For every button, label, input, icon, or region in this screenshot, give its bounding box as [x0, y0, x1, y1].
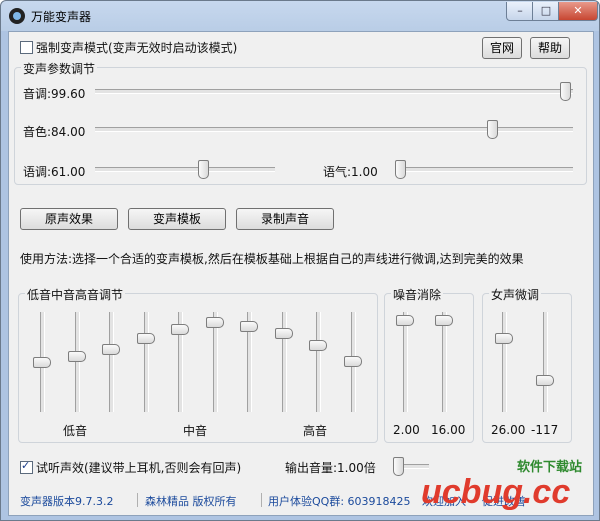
instructions-text: 使用方法:选择一个合适的变声模板,然后在模板基础上根据自己的声线进行微调,达到完… — [20, 252, 524, 266]
minimize-icon: – — [517, 4, 523, 17]
breath-label: 语气:1.00 — [323, 165, 378, 179]
eq-band-slider-track[interactable] — [274, 312, 293, 412]
minimize-button[interactable]: – — [506, 2, 534, 21]
noise-group-title: 噪音消除 — [391, 286, 444, 303]
original-effect-button[interactable]: 原声效果 — [20, 208, 118, 230]
noise-slider-track[interactable] — [396, 312, 414, 412]
record-button[interactable]: 录制声音 — [236, 208, 334, 230]
watermark-tagline: 软件下载站 — [517, 459, 582, 474]
noise-value-2: 16.00 — [431, 423, 466, 437]
help-button[interactable]: 帮助 — [530, 37, 570, 59]
version-text: 变声器版本9.7.3.2 — [20, 495, 114, 508]
eq-band-slider-track[interactable] — [240, 312, 258, 412]
maximize-button[interactable]: □ — [532, 2, 560, 21]
eq-band-slider-thumb[interactable] — [67, 351, 86, 362]
tone-slider-thumb[interactable] — [198, 160, 209, 179]
voice-template-button[interactable]: 变声模板 — [128, 208, 226, 230]
eq-band-slider-thumb[interactable] — [274, 328, 293, 339]
pitch-slider-track[interactable] — [95, 82, 573, 101]
eq-band-slider-thumb[interactable] — [102, 344, 120, 355]
volume-slider-thumb[interactable] — [393, 457, 404, 476]
female-group: 女声微调 26.00 -117 — [482, 286, 572, 443]
eq-band-slider-track[interactable] — [102, 312, 120, 412]
eq-band-slider-thumb[interactable] — [33, 357, 51, 368]
female-value-2: -117 — [531, 423, 559, 437]
female-slider-track[interactable] — [495, 312, 513, 412]
eq-band-slider-track[interactable] — [33, 312, 51, 412]
eq-group-title: 低音中音高音调节 — [25, 286, 126, 303]
female-slider-track[interactable] — [536, 312, 554, 412]
eq-band-slider-track[interactable] — [171, 312, 189, 412]
breath-slider-thumb[interactable] — [395, 160, 406, 179]
noise-slider-thumb[interactable] — [435, 315, 453, 326]
noise-slider-thumb[interactable] — [396, 315, 414, 326]
treble-label: 高音 — [303, 424, 328, 438]
app-window: 万能变声器 – □ ✕ 强制变声模式(变声无效时启动该模式) 官网 帮助 变声参… — [0, 0, 600, 521]
close-icon: ✕ — [573, 4, 583, 17]
eq-group: 低音中音高音调节 低音 中音 高音 — [18, 286, 378, 443]
params-group-title: 变声参数调节 — [21, 60, 98, 77]
watermark-brand: ucbug.cc — [421, 473, 570, 511]
timbre-slider-track[interactable] — [95, 120, 573, 139]
headphones-icon — [9, 8, 25, 24]
eq-band-slider-track[interactable] — [343, 312, 362, 412]
monitor-checkbox[interactable] — [20, 459, 33, 474]
noise-value-1: 2.00 — [393, 423, 420, 437]
ucbug-watermark: 软件下载站 ucbug.cc — [421, 459, 582, 511]
bass-label: 低音 — [63, 424, 88, 438]
main-panel: 强制变声模式(变声无效时启动该模式) 官网 帮助 变声参数调节 音调:99.60… — [8, 31, 594, 516]
female-value-1: 26.00 — [491, 423, 526, 437]
window-title: 万能变声器 — [31, 10, 92, 24]
pitch-slider-thumb[interactable] — [560, 82, 571, 101]
eq-band-slider-thumb[interactable] — [171, 324, 189, 335]
female-slider-thumb[interactable] — [495, 333, 513, 344]
eq-band-slider-track[interactable] — [136, 312, 155, 412]
eq-band-slider-track[interactable] — [67, 312, 86, 412]
eq-band-slider-thumb[interactable] — [309, 340, 327, 351]
title-bar[interactable]: 万能变声器 – □ ✕ — [1, 1, 599, 31]
eq-band-slider-thumb[interactable] — [240, 321, 258, 332]
eq-band-slider-track[interactable] — [309, 312, 327, 412]
noise-slider-track[interactable] — [435, 312, 453, 412]
force-mode-checkbox[interactable] — [20, 41, 33, 54]
status-divider — [261, 493, 262, 507]
website-button[interactable]: 官网 — [482, 37, 522, 59]
copyright-text: 森林精品 版权所有 — [145, 495, 237, 508]
eq-band-slider-thumb[interactable] — [136, 333, 155, 344]
breath-slider-track[interactable] — [395, 160, 573, 179]
noise-group: 噪音消除 2.00 16.00 — [384, 286, 474, 443]
maximize-icon: □ — [540, 4, 552, 17]
monitor-label[interactable]: 试听声效(建议带上耳机,否则会有回声) — [36, 459, 241, 476]
timbre-label: 音色:84.00 — [23, 125, 86, 139]
params-group: 变声参数调节 音调:99.60 音色:84.00 语调:61.00 语气:1.0… — [14, 60, 587, 185]
close-button[interactable]: ✕ — [558, 2, 598, 21]
female-group-title: 女声微调 — [489, 286, 542, 303]
pitch-label: 音调:99.60 — [23, 87, 86, 101]
mid-label: 中音 — [183, 424, 208, 438]
force-mode-label[interactable]: 强制变声模式(变声无效时启动该模式) — [36, 39, 237, 56]
tone-label: 语调:61.00 — [23, 165, 86, 179]
qq-group-text: 用户体验QQ群: 603918425 — [268, 495, 411, 508]
eq-band-slider-track[interactable] — [205, 312, 224, 412]
timbre-slider-thumb[interactable] — [487, 120, 498, 139]
eq-band-slider-thumb[interactable] — [205, 317, 224, 328]
eq-band-slider-thumb[interactable] — [343, 356, 362, 367]
volume-label: 输出音量:1.00倍 — [285, 461, 376, 475]
female-slider-thumb[interactable] — [536, 375, 554, 386]
status-divider — [137, 493, 138, 507]
tone-slider-track[interactable] — [95, 160, 275, 179]
